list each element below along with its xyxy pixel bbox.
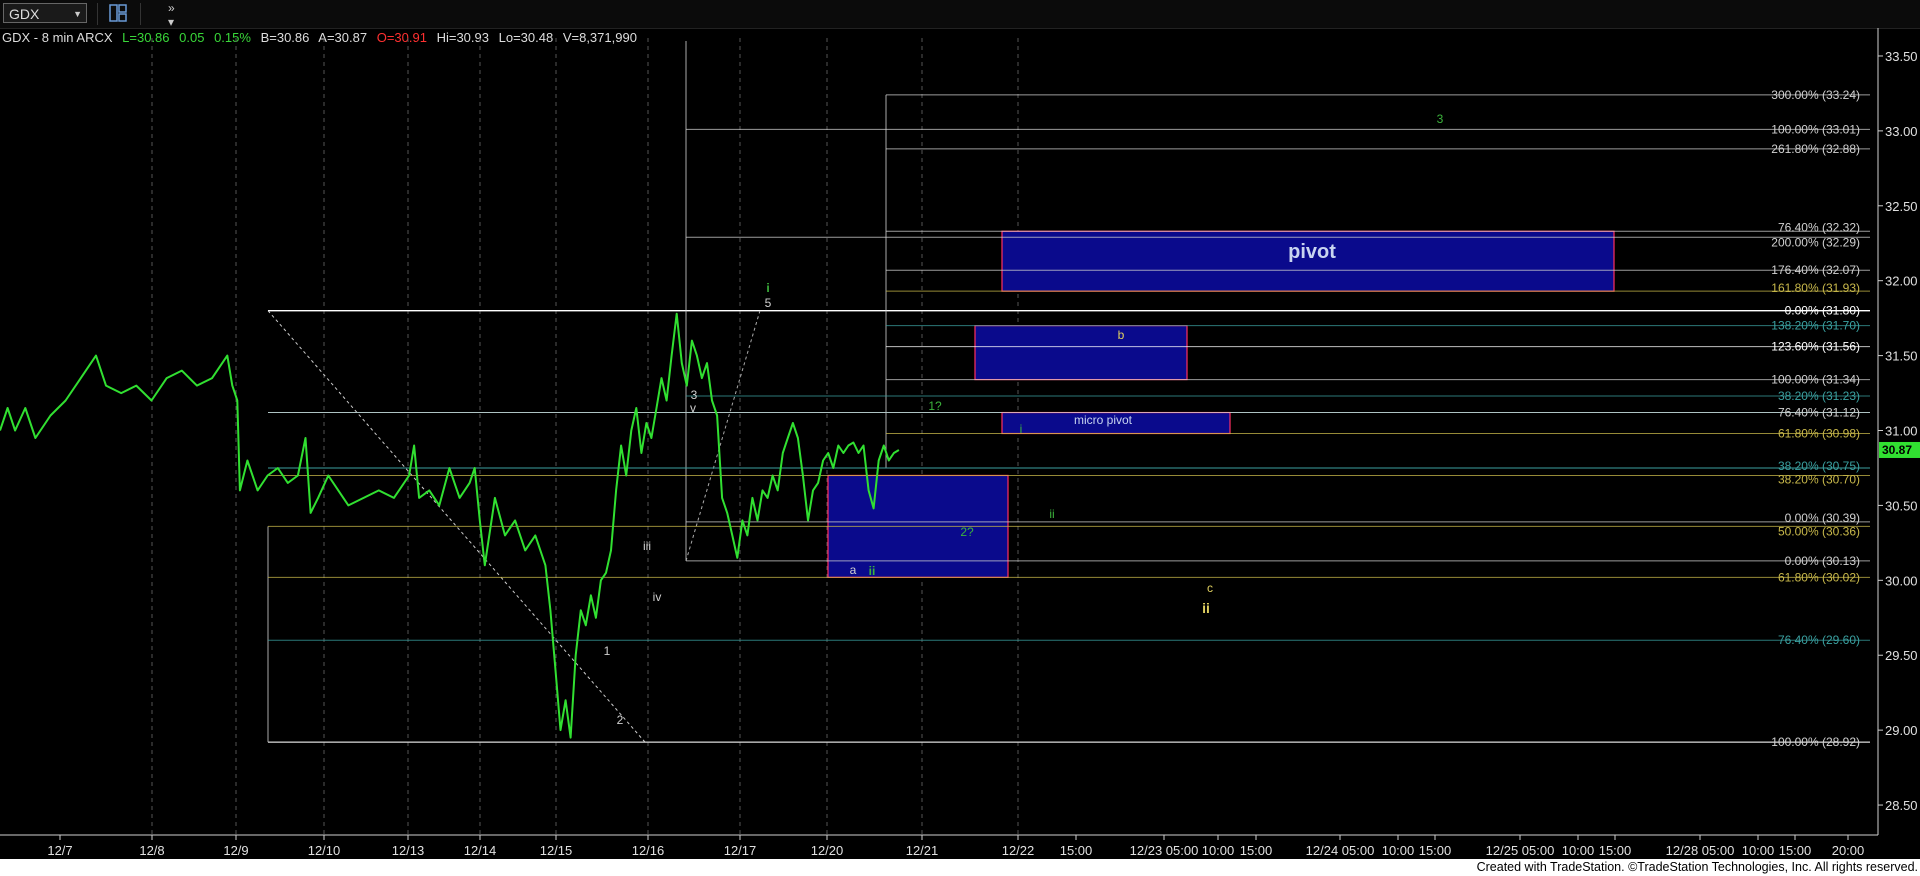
wave-label: 3 [691, 388, 698, 402]
x-tick-label: 12/28 05:00 [1666, 843, 1735, 858]
x-tick-label: 12/20 [811, 843, 844, 858]
x-tick-label: 12/15 [540, 843, 573, 858]
y-tick-label: 29.50 [1885, 648, 1918, 663]
fib-label: 0.00% (30.39) [1785, 511, 1860, 525]
fib-label: 61.80% (30.98) [1778, 427, 1860, 441]
y-tick-label: 30.50 [1885, 498, 1918, 513]
x-tick-label: 12/21 [906, 843, 939, 858]
fib-label: 123.60% (31.56) [1771, 340, 1860, 354]
y-tick-label: 31.50 [1885, 349, 1918, 364]
x-tick-label: 12/16 [632, 843, 665, 858]
x-tick-label: 12/14 [464, 843, 497, 858]
wave-label: b [1118, 328, 1125, 342]
price-line [0, 312, 900, 739]
x-axis: 12/7 12/8 12/9 12/10 12/13 12/14 12/15 12/16 12/… [0, 834, 1878, 858]
wave-label: pivot [1288, 241, 1336, 263]
x-tick-label: 15:00 [1419, 843, 1452, 858]
x-tick-label: 12/23 05:00 [1130, 843, 1199, 858]
wave-label: 2? [960, 525, 974, 539]
fib-label: 38.20% (30.70) [1778, 472, 1860, 486]
fib-label: 0.00% (30.13) [1785, 554, 1860, 568]
x-tick-label: 15:00 [1779, 843, 1812, 858]
fib-label: 200.00% (32.29) [1771, 235, 1860, 249]
fib-label: 100.00% (28.92) [1771, 735, 1860, 749]
x-tick-label: 12/9 [223, 843, 248, 858]
fib-label: 76.40% (29.60) [1778, 633, 1860, 647]
fib-label: 76.40% (31.12) [1778, 406, 1860, 420]
wave-label: 5 [765, 296, 772, 310]
x-tick-label: 12/25 05:00 [1486, 843, 1555, 858]
fib-label: 161.80% (31.93) [1771, 281, 1860, 295]
y-tick-label: 32.00 [1885, 274, 1918, 289]
x-tick-label: 10:00 [1742, 843, 1775, 858]
fib-label: 76.40% (32.32) [1778, 220, 1860, 234]
wave-label: v [690, 401, 696, 415]
b-zone [974, 325, 1188, 381]
price-chart[interactable]: 300.00% (33.24)100.00% (33.01)261.80% (3… [0, 0, 1920, 859]
x-tick-label: 10:00 [1382, 843, 1415, 858]
fib-label: 0.00% (31.80) [1785, 304, 1860, 318]
y-tick-label: 31.00 [1885, 424, 1918, 439]
wave-label: ii [869, 564, 876, 578]
wave-label: a [850, 563, 857, 577]
pivot-zones [827, 230, 1615, 578]
x-tick-label: 15:00 [1060, 843, 1093, 858]
wave-label: iii [643, 539, 651, 553]
fib-label: 61.80% (30.02) [1778, 570, 1860, 584]
x-tick-label: 12/24 05:00 [1306, 843, 1375, 858]
x-tick-label: 12/17 [724, 843, 757, 858]
footer: Created with TradeStation. ©TradeStation… [0, 859, 1920, 876]
y-tick-label: 29.00 [1885, 723, 1918, 738]
wave-label: i [766, 281, 769, 295]
last-price-label: 30.87 [1882, 443, 1912, 457]
fib-label: 100.00% (31.34) [1771, 373, 1860, 387]
wave-label: 2 [617, 713, 624, 727]
credit-text: Created with TradeStation. ©TradeStation… [1476, 860, 1918, 874]
fib-label: 38.20% (31.23) [1778, 389, 1860, 403]
wave-label: 1 [604, 644, 611, 658]
x-tick-label: 20:00 [1832, 843, 1865, 858]
wave-label: i [1020, 422, 1023, 436]
price-series [0, 312, 900, 739]
fib-label: 100.00% (33.01) [1771, 122, 1860, 136]
wave-label: ii [1049, 507, 1054, 521]
y-tick-label: 30.00 [1885, 573, 1918, 588]
y-tick-label: 32.50 [1885, 199, 1918, 214]
y-tick-label: 33.50 [1885, 49, 1918, 64]
x-tick-label: 12/10 [308, 843, 341, 858]
x-tick-label: 12/13 [392, 843, 425, 858]
x-tick-label: 15:00 [1599, 843, 1632, 858]
wave-label: ii [1202, 600, 1210, 616]
fib-label: 138.20% (31.70) [1771, 319, 1860, 333]
x-tick-label: 12/7 [47, 843, 72, 858]
y-axis: 28.50 29.00 29.50 30.00 30.50 31.00 31.50 32.00… [1877, 28, 1920, 835]
wave-structure [267, 40, 1870, 743]
x-tick-label: 10:00 [1202, 843, 1235, 858]
wave-label: 3 [1437, 112, 1444, 126]
fib-label: 38.20% (30.75) [1778, 459, 1860, 473]
y-tick-label: 33.00 [1885, 124, 1918, 139]
fib-label: 261.80% (32.88) [1771, 142, 1860, 156]
y-tick-label: 28.50 [1885, 798, 1918, 813]
wave-label: iv [653, 590, 662, 604]
wave-label: micro pivot [1074, 413, 1133, 427]
wave-label: c [1207, 581, 1213, 595]
wave-label: 1? [928, 399, 942, 413]
x-tick-label: 10:00 [1562, 843, 1595, 858]
fib-label: 176.40% (32.07) [1771, 263, 1860, 277]
grid [151, 38, 1019, 835]
x-tick-label: 15:00 [1240, 843, 1273, 858]
x-tick-label: 12/8 [139, 843, 164, 858]
x-tick-label: 12/22 [1002, 843, 1035, 858]
fib-label: 300.00% (33.24) [1771, 88, 1860, 102]
fib-label: 50.00% (30.36) [1778, 524, 1860, 538]
